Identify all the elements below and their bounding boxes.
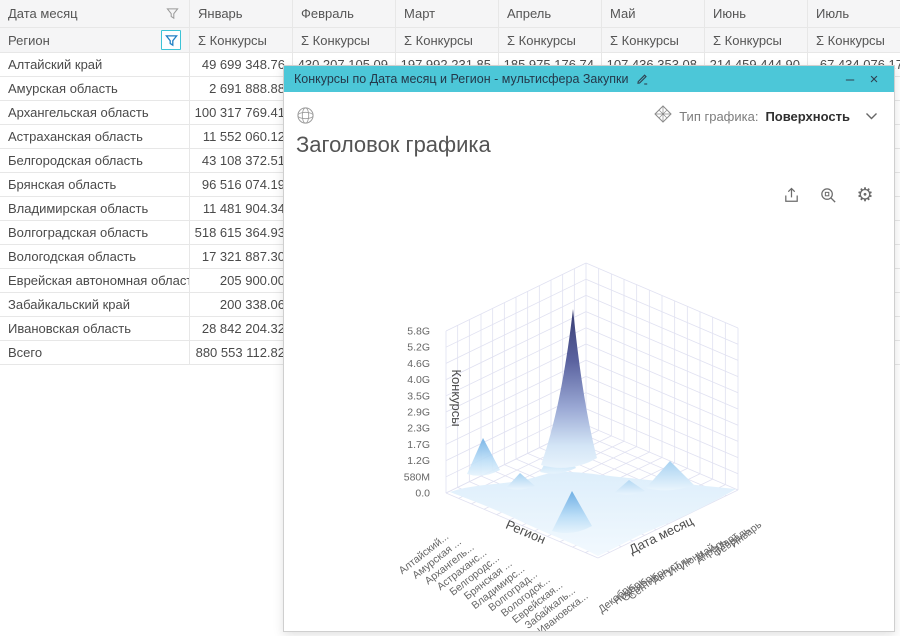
edit-title-icon[interactable] xyxy=(635,72,649,86)
measure-header[interactable]: Σ Конкурсы xyxy=(705,28,808,53)
z-tick-label: 5.8G xyxy=(407,326,430,338)
month-label: Март xyxy=(404,6,435,21)
value-cell: 17 321 887.30 xyxy=(190,245,293,269)
region-cell: Вологодская область xyxy=(0,245,190,269)
surface-chart[interactable]: 0.0 580M 1.2G 1.7G 2.3G 2.9G 3.5G 4.0G 4.6G 5.2G 5… xyxy=(284,236,894,631)
measure-header[interactable]: Σ Конкурсы xyxy=(396,28,499,53)
minimize-button[interactable]: – xyxy=(838,68,862,90)
value-cell: 28 842 204.32 xyxy=(190,317,293,341)
z-tick-label: 1.2G xyxy=(407,455,430,467)
dialog-titlebar[interactable]: Конкурсы по Дата месяц и Регион - мульти… xyxy=(284,66,894,92)
month-column-header[interactable]: Июль xyxy=(808,0,900,28)
chart-dialog: Конкурсы по Дата месяц и Регион - мульти… xyxy=(283,65,895,632)
row-header-label: Регион xyxy=(8,33,50,48)
month-label: Февраль xyxy=(301,6,354,21)
measure-label: Σ Конкурсы xyxy=(610,33,679,48)
active-filter-icon[interactable] xyxy=(161,30,181,50)
z-tick-label: 4.6G xyxy=(407,358,430,370)
month-column-header[interactable]: Январь xyxy=(190,0,293,28)
value-cell: 43 108 372.51 xyxy=(190,149,293,173)
z-tick-label: 2.9G xyxy=(407,407,430,419)
z-tick-label: 0.0 xyxy=(415,488,430,500)
close-button[interactable]: × xyxy=(862,68,886,90)
z-tick-label: 2.3G xyxy=(407,423,430,435)
month-label: Июль xyxy=(816,6,849,21)
z-axis-ticks: 0.0 580M 1.2G 1.7G 2.3G 2.9G 3.5G 4.0G 4.6G 5.2G 5… xyxy=(404,326,430,500)
region-cell: Волгоградская область xyxy=(0,221,190,245)
value-cell: 96 516 074.19 xyxy=(190,173,293,197)
dialog-body: Тип графика: Поверхность Заголовок графи… xyxy=(284,92,894,631)
value-cell: 100 317 769.41 xyxy=(190,101,293,125)
filter-icon[interactable] xyxy=(163,5,181,23)
chart-type-value: Поверхность xyxy=(765,109,850,124)
month-column-header[interactable]: Март xyxy=(396,0,499,28)
region-cell: Забайкальский край xyxy=(0,293,190,317)
value-cell: 11 552 060.12 xyxy=(190,125,293,149)
chevron-down-icon[interactable] xyxy=(865,112,878,121)
measure-label: Σ Конкурсы xyxy=(507,33,576,48)
region-cell: Брянская область xyxy=(0,173,190,197)
measure-header[interactable]: Σ Конкурсы xyxy=(808,28,900,53)
month-label: Июнь xyxy=(713,6,746,21)
region-axis-labels: Алтайский...Амурская ...Архангель...Астр… xyxy=(397,531,591,631)
measure-header-row: Регион Σ Конкурсы Σ Конкурсы Σ Конкурсы … xyxy=(0,28,900,53)
value-cell: 880 553 112.82 xyxy=(190,341,293,365)
measure-header[interactable]: Σ Конкурсы xyxy=(499,28,602,53)
z-tick-label: 5.2G xyxy=(407,342,430,354)
region-cell: Владимирская область xyxy=(0,197,190,221)
region-cell: Еврейская автономная область xyxy=(0,269,190,293)
region-cell: Амурская область xyxy=(0,77,190,101)
region-cell: Астраханская область xyxy=(0,125,190,149)
value-cell: 200 338.06 xyxy=(190,293,293,317)
chart-type-selector[interactable]: Тип графика: Поверхность xyxy=(654,105,878,128)
month-label: Январь xyxy=(198,6,243,21)
surface-type-icon xyxy=(654,105,672,128)
corner-header-cell[interactable]: Дата месяц xyxy=(0,0,190,28)
region-cell: Ивановская область xyxy=(0,317,190,341)
z-tick-label: 4.0G xyxy=(407,374,430,386)
month-column-header[interactable]: Май xyxy=(602,0,705,28)
z-tick-label: 3.5G xyxy=(407,390,430,402)
measure-label: Σ Конкурсы xyxy=(816,33,885,48)
month-label: Апрель xyxy=(507,6,551,21)
dialog-title: Конкурсы по Дата месяц и Регион - мульти… xyxy=(294,72,628,86)
month-column-header[interactable]: Февраль xyxy=(293,0,396,28)
export-icon[interactable] xyxy=(780,184,802,206)
measure-label: Σ Конкурсы xyxy=(713,33,782,48)
settings-gear-icon[interactable]: ⚙ xyxy=(854,184,876,206)
value-cell: 49 699 348.76 xyxy=(190,53,293,77)
measure-label: Σ Конкурсы xyxy=(198,33,267,48)
zoom-icon[interactable] xyxy=(817,184,839,206)
chart-toolbar: ⚙ xyxy=(780,184,876,206)
value-cell: 11 481 904.34 xyxy=(190,197,293,221)
chart-type-label: Тип графика: xyxy=(679,109,758,124)
z-tick-label: 1.7G xyxy=(407,439,430,451)
month-column-header[interactable]: Апрель xyxy=(499,0,602,28)
value-cell: 2 691 888.88 xyxy=(190,77,293,101)
region-cell: Алтайский край xyxy=(0,53,190,77)
rotate-3d-icon[interactable] xyxy=(296,106,315,130)
value-cell: 205 900.00 xyxy=(190,269,293,293)
month-label: Май xyxy=(610,6,635,21)
row-header-cell[interactable]: Регион xyxy=(0,28,190,53)
z-axis-title: Конкурсы xyxy=(449,369,464,426)
measure-label: Σ Конкурсы xyxy=(301,33,370,48)
value-cell: 518 615 364.93 xyxy=(190,221,293,245)
region-cell: Всего xyxy=(0,341,190,365)
measure-label: Σ Конкурсы xyxy=(404,33,473,48)
chart-title: Заголовок графика xyxy=(296,132,491,158)
month-column-header[interactable]: Июнь xyxy=(705,0,808,28)
region-cell: Архангельская область xyxy=(0,101,190,125)
measure-header[interactable]: Σ Конкурсы xyxy=(602,28,705,53)
measure-header[interactable]: Σ Конкурсы xyxy=(293,28,396,53)
region-cell: Белгородская область xyxy=(0,149,190,173)
measure-header[interactable]: Σ Конкурсы xyxy=(190,28,293,53)
z-tick-label: 580M xyxy=(404,471,430,483)
month-header-row: Дата месяц Январь Февраль Март Апрель Ма… xyxy=(0,0,900,28)
corner-header-label: Дата месяц xyxy=(8,6,78,21)
